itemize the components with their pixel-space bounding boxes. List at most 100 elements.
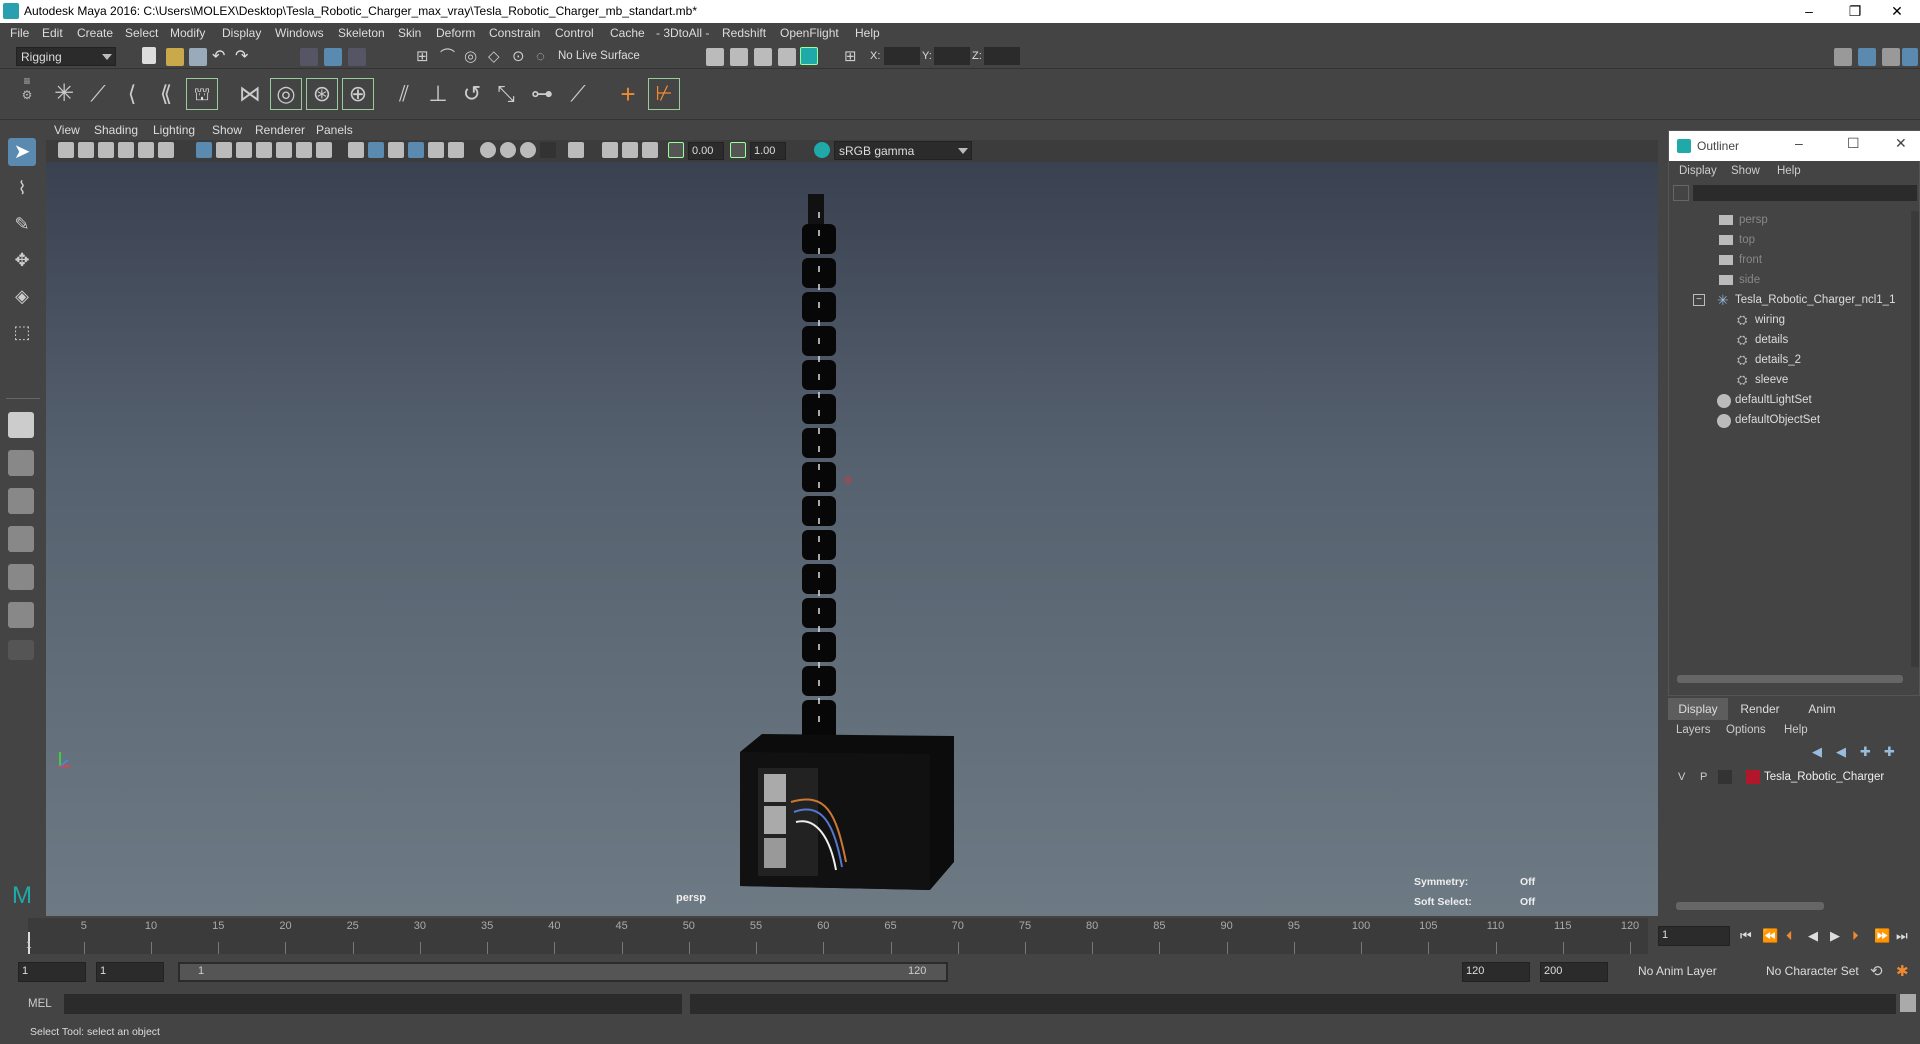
bind-skin-icon[interactable]: ⋈ [234, 78, 266, 110]
command-language-label[interactable]: MEL [28, 998, 52, 1010]
gate-mask-icon[interactable] [256, 142, 272, 158]
panel-menu-view[interactable]: View [54, 123, 80, 137]
exposure-field[interactable]: 0.00 [688, 142, 724, 160]
save-scene-icon[interactable] [189, 48, 207, 66]
undo-icon[interactable]: ↶ [212, 48, 230, 66]
rotate-tool-icon[interactable]: ◈ [8, 282, 36, 310]
default-material-icon[interactable] [388, 142, 404, 158]
render-settings-icon[interactable] [778, 48, 796, 66]
outliner-search-input[interactable] [1693, 185, 1917, 201]
menu-file[interactable]: File [10, 26, 29, 40]
anim-layer-dropdown[interactable]: No Anim Layer [1620, 962, 1744, 982]
image-plane-icon[interactable] [118, 142, 134, 158]
ik-fk-switch-icon[interactable]: ⊬ [648, 78, 680, 110]
field-chart-icon[interactable] [276, 142, 292, 158]
color-management-icon[interactable] [814, 142, 830, 158]
skeleton-icon[interactable]: ⛫ [186, 78, 218, 110]
menu-control[interactable]: Control [555, 26, 594, 40]
exposure-icon[interactable] [668, 142, 684, 158]
film-gate-icon[interactable] [216, 142, 232, 158]
insert-joint-icon[interactable]: ⟪ [150, 78, 182, 110]
outliner-item-top[interactable]: top [1669, 231, 1909, 251]
select-by-hierarchy-icon[interactable] [300, 48, 318, 66]
ik-handle-icon[interactable]: ⟋ [82, 78, 114, 110]
motion-blur-icon[interactable] [520, 142, 536, 158]
joint-tool-icon[interactable]: ✳ [48, 78, 80, 110]
move-layer-down-icon[interactable]: ◀ [1836, 744, 1846, 760]
shelf-options-icon[interactable]: ≡ ⚙ [20, 74, 34, 114]
aim-constraint-icon[interactable]: ⊶ [526, 78, 558, 110]
y-field[interactable] [934, 47, 970, 65]
panel-menu-lighting[interactable]: Lighting [153, 123, 195, 137]
layer-name[interactable]: Tesla_Robotic_Charger [1764, 771, 1884, 783]
outliner-maximize-button[interactable]: ☐ [1847, 135, 1860, 152]
x-field[interactable] [884, 47, 920, 65]
xray-joints-icon[interactable] [622, 142, 638, 158]
outliner-item-persp[interactable]: persp [1669, 211, 1909, 231]
ik-spline-icon[interactable]: ⟨ [116, 78, 148, 110]
channel-box-icon[interactable] [1902, 48, 1918, 66]
go-to-end-icon[interactable]: ⏭ [1896, 928, 1908, 944]
outliner-persp-layout-icon[interactable] [8, 564, 34, 590]
bookmark-icon[interactable] [98, 142, 114, 158]
scale-tool-icon[interactable]: ⬚ [8, 318, 36, 346]
time-slider[interactable]: 1 5 10 15 20 25 30 35 40 45 50 55 60 65 70 75 80 85 90 95 1… [0, 918, 1920, 954]
outliner-menu-show[interactable]: Show [1731, 165, 1760, 177]
panel-menu-show[interactable]: Show [212, 123, 242, 137]
xray-components-icon[interactable] [642, 142, 658, 158]
outliner-menu-display[interactable]: Display [1679, 165, 1717, 177]
snap-surface-icon[interactable]: ◌ [536, 48, 554, 66]
layers-menu[interactable]: Layers [1676, 724, 1711, 736]
persp-graph-layout-icon[interactable] [8, 526, 34, 552]
lattice-icon[interactable]: ⊛ [306, 78, 338, 110]
snap-live-icon[interactable]: ⊙ [512, 48, 530, 66]
outliner-item-default-light-set[interactable]: defaultLightSet [1669, 391, 1909, 411]
paint-select-icon[interactable]: ✎ [8, 210, 36, 238]
range-slider-handle[interactable] [180, 964, 946, 980]
move-layer-up-icon[interactable]: ◀ [1812, 744, 1822, 760]
safe-title-icon[interactable] [316, 142, 332, 158]
camera-attributes-icon[interactable] [78, 142, 94, 158]
move-tool-icon[interactable]: ✥ [8, 246, 36, 274]
resolution-gate-icon[interactable] [236, 142, 252, 158]
panel-menu-renderer[interactable]: Renderer [255, 123, 305, 137]
close-button[interactable]: ✕ [1874, 0, 1920, 23]
step-forward-key-icon[interactable]: ⏵ [1852, 928, 1859, 944]
four-view-layout-icon[interactable] [8, 450, 34, 476]
menu-3dtoall[interactable]: - 3DtoAll - [656, 26, 709, 40]
snap-curve-icon[interactable]: ⌒ [440, 48, 458, 66]
tab-render[interactable]: Render [1730, 698, 1790, 720]
current-frame-field[interactable]: 1 [1658, 926, 1730, 946]
step-back-icon[interactable]: ⏪ [1762, 928, 1778, 944]
collapse-icon[interactable]: − [1693, 294, 1705, 306]
menu-select[interactable]: Select [125, 26, 158, 40]
hypershade-icon[interactable] [800, 47, 818, 65]
outliner-item-front[interactable]: front [1669, 251, 1909, 271]
outliner-item-wiring[interactable]: ⛭ wiring [1669, 311, 1909, 331]
menu-skin[interactable]: Skin [398, 26, 421, 40]
layer-display-type[interactable] [1718, 770, 1732, 784]
menu-help[interactable]: Help [855, 26, 880, 40]
anim-prefs-icon[interactable]: ✱ [1896, 962, 1909, 980]
layer-color-swatch[interactable] [1746, 770, 1760, 784]
layer-row[interactable]: V P Tesla_Robotic_Charger [1668, 768, 1908, 788]
anti-aliasing-icon[interactable] [540, 142, 556, 158]
play-forwards-icon[interactable]: ▶ [1830, 928, 1840, 944]
perspective-viewport[interactable]: persp Symmetry: Off Soft Select: Off [46, 162, 1658, 916]
menu-openflight[interactable]: OpenFlight [780, 26, 839, 40]
lasso-tool-icon[interactable]: ⌇ [8, 174, 36, 202]
outliner-horizontal-scrollbar[interactable] [1677, 675, 1903, 683]
menu-create[interactable]: Create [77, 26, 113, 40]
new-layer-icon[interactable]: ✚ [1860, 744, 1871, 760]
point-constraint-icon[interactable]: ⊥ [422, 78, 454, 110]
menu-modify[interactable]: Modify [170, 26, 205, 40]
step-back-key-icon[interactable]: ⏴ [1786, 928, 1793, 944]
outliner-close-button[interactable]: ✕ [1895, 135, 1907, 152]
two-d-pan-icon[interactable] [158, 142, 174, 158]
grid-icon[interactable] [196, 142, 212, 158]
scale-constraint-icon[interactable]: ⤡ [490, 78, 522, 110]
go-to-start-icon[interactable]: ⏮ [1740, 928, 1752, 944]
redo-icon[interactable]: ↷ [235, 48, 253, 66]
layers-options-menu[interactable]: Options [1726, 724, 1766, 736]
menuset-dropdown[interactable]: Rigging [16, 47, 116, 66]
